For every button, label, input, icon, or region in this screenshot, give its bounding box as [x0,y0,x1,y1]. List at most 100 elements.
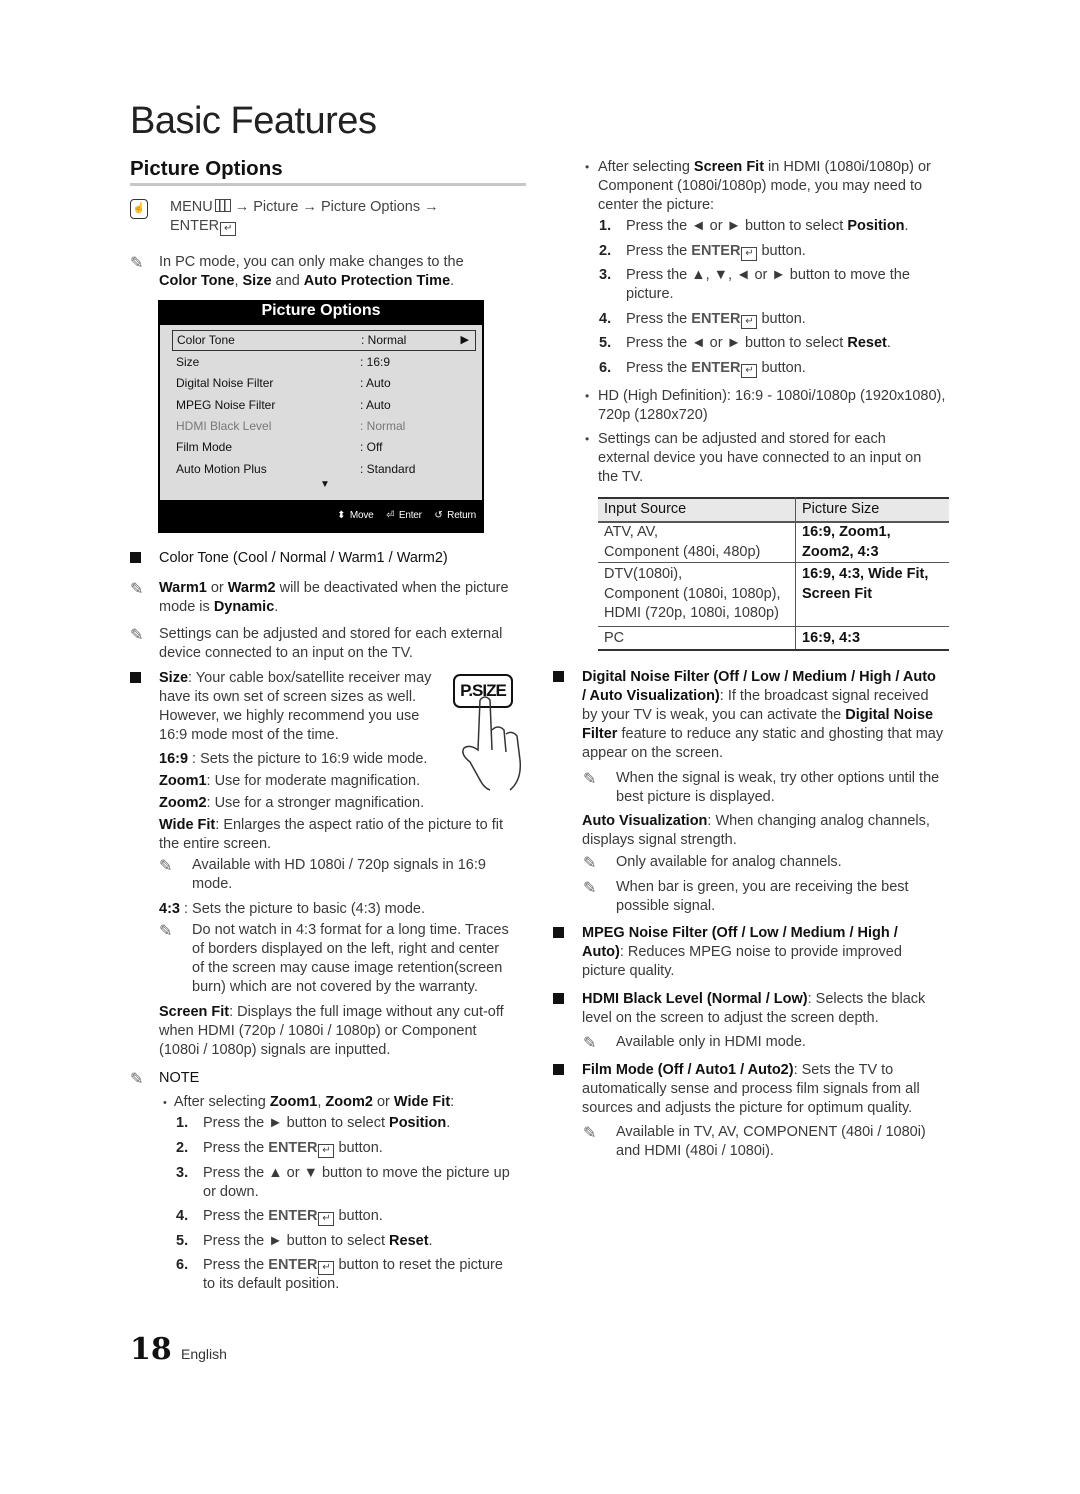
text: center the picture: [598,197,715,213]
section-divider [130,183,526,186]
text: Available in TV, AV, COMPONENT (480i / 1… [616,1124,926,1140]
bold: Position [389,1115,447,1131]
osd-value: : Auto [360,376,391,390]
mode-name: Wide Fit [159,817,216,833]
bold: HDMI Black Level (Normal / Low) [582,991,808,1007]
mode-4-3: 4:3 : Sets the picture to basic (4:3) mo… [159,900,425,919]
cell: DTV(1080i), [604,566,683,582]
table-divider [795,497,796,649]
text: : If the broadcast signal received [719,688,929,704]
osd-row-color-tone[interactable]: Color Tone : Normal ▶ [172,330,476,351]
mode-16-9: 16:9 : Sets the picture to 16:9 wide mod… [159,750,449,769]
enter-icon: ↵ [318,1261,335,1275]
square-bullet-icon [553,927,564,938]
step-number: 2. [176,1140,189,1156]
move-icon: ⬍ [337,510,346,521]
pencil-note-icon: ✎ [159,923,173,940]
enter-icon: ↵ [318,1144,335,1158]
table-header: Input Source Picture Size [598,497,949,523]
bullet-dot-icon: • [163,1097,167,1109]
step-number: 4. [599,311,612,327]
text: Press the ▲, ▼, ◄ or ► button to move th… [626,267,910,283]
text: 16:9 mode most of the time. [159,727,339,743]
text: Available only in HDMI mode. [616,1034,806,1050]
text: displays signal strength. [582,832,737,848]
pencil-note-icon: ✎ [130,581,144,598]
text: HD (High Definition): 16:9 - 1080i/1080p… [598,388,946,404]
mode-desc: : Sets the picture to basic (4:3) mode. [179,901,425,917]
osd-value: : 16:9 [360,355,391,369]
table-row: ATV, AV, Component (480i, 480p) 16:9, Zoo… [598,521,949,563]
enter-word: ENTER [268,1140,318,1156]
text: : Your cable box/satellite receiver may [188,670,432,686]
bold: / Auto Visualization) [582,688,720,704]
cell: Component (480i, 480p) [604,543,761,560]
bullet-dot-icon: • [585,160,590,174]
osd-row-auto-motion-plus[interactable]: Auto Motion Plus : Standard [172,459,472,480]
note-text: In PC mode, you can only make changes to… [159,254,464,270]
text: Press the [626,243,692,259]
pencil-note-icon: ✎ [130,1071,144,1088]
bold: Auto Visualization [582,813,708,829]
auto-visualization: Auto Visualization: When changing analog… [582,812,952,850]
step-number: 5. [176,1233,189,1249]
bold: Position [847,218,905,234]
enter-icon: ↵ [318,1212,335,1226]
header-picture-size: Picture Size [802,501,880,517]
text: picture. [626,286,674,302]
auto-protection-bold: Auto Protection Time [303,273,451,289]
scroll-down-icon[interactable]: ▼ [320,479,330,490]
sep: . [450,273,455,289]
note-bullet: • After selecting Zoom1, Zoom2 or Wide F… [163,1093,454,1113]
step-number: 4. [176,1208,189,1224]
size-bold: Size [159,670,189,686]
osd-value: : Auto [360,398,391,412]
text: mode. [192,876,233,892]
pencil-note-icon: ✎ [130,255,144,272]
osd-row-film-mode[interactable]: Film Mode : Off [172,437,472,458]
text: Press the ► button to select [203,1115,390,1131]
text: : Reduces MPEG noise to provide improved [619,944,902,960]
text: Press the [203,1140,269,1156]
mode-desc: the entire screen. [159,836,272,852]
text: . [428,1233,433,1249]
text: . [274,599,279,615]
bold: Warm1 [159,580,207,596]
osd-row-digital-noise-filter[interactable]: Digital Noise Filter : Auto [172,373,472,394]
screenfit-bullet: • After selecting Screen Fit in HDMI (10… [585,158,955,215]
pencil-note-icon: ✎ [583,855,597,872]
enter-icon: ↵ [741,315,758,329]
text: in HDMI (1080i/1080p) or [764,159,931,175]
enter-icon: ↵ [741,247,758,261]
mode-screen-fit: Screen Fit: Displays the full image with… [159,1003,539,1060]
osd-row-mpeg-noise-filter[interactable]: MPEG Noise Filter : Auto [172,395,472,416]
square-bullet-icon [553,1064,564,1075]
cell: 16:9, 4:3, Wide Fit, [802,566,929,582]
mode-name: Screen Fit [159,1004,230,1020]
text: and HDMI (480i / 1080i). [616,1143,774,1159]
text: feature to reduce any static and ghostin… [617,726,944,742]
osd-value: : Normal [360,419,406,433]
mode-zoom1: Zoom1: Use for moderate magnification. [159,772,420,791]
step-number: 6. [176,1257,189,1273]
text: Press the ► button to select [203,1233,390,1249]
text: Press the [626,360,692,376]
mode-desc: : Enlarges the aspect ratio of the pictu… [215,817,504,833]
text: Press the [203,1257,269,1273]
text: . [904,218,909,234]
osd-row-size[interactable]: Size : 16:9 [172,352,472,373]
bullet-dot-icon: • [585,389,590,403]
menu-path-text: → Picture → Picture Options → [230,199,439,215]
osd-footer: ⬍ Move ⏎ Enter ↺ Return [327,510,476,521]
bold: Film Mode (Off / Auto1 / Auto2) [582,1062,794,1078]
osd-label: MPEG Noise Filter [176,398,276,412]
step-number: 1. [176,1115,189,1131]
mode-desc: when HDMI (720p / 1080i / 1080p) or Comp… [159,1023,477,1039]
osd-value: : Normal [361,333,407,347]
step-number: 6. [599,360,612,376]
bold: Dynamic [213,599,275,615]
menu-grid-icon [214,199,231,212]
text: Press the ▲ or ▼ button to move the pict… [203,1165,510,1181]
text: device connected to an input on the TV. [159,645,413,661]
text: When bar is green, you are receiving the… [616,879,909,895]
